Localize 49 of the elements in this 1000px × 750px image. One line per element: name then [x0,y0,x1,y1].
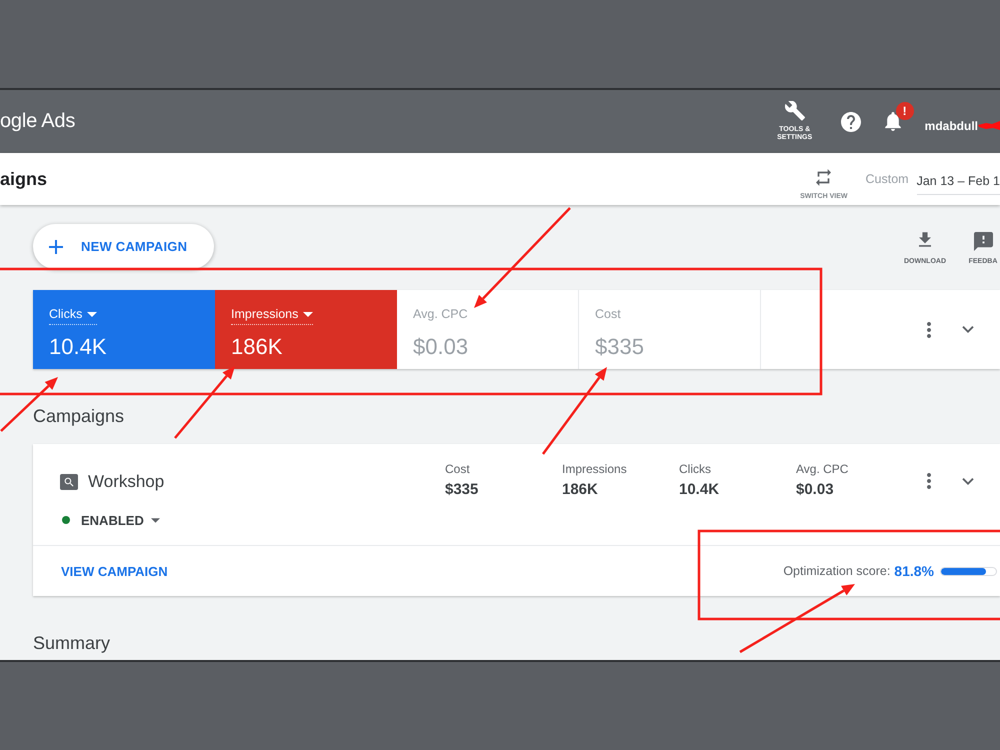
logo-text: ogle Ads [0,110,76,133]
switch-view-icon [816,169,832,186]
stat-value: 186K [562,481,599,499]
chevron-down-icon[interactable] [962,326,974,333]
metric-value: $335 [595,334,644,360]
status-dropdown[interactable]: ENABLED [81,512,160,528]
stat-value: $335 [445,481,480,499]
stat-value: 10.4K [679,481,720,499]
download-icon [919,232,931,247]
caret-icon [87,312,98,317]
metric-tile[interactable]: Impressions 186K [215,290,397,369]
metric-label: Cost [595,307,621,322]
feedback-icon [974,232,992,251]
redaction-mark [978,121,1000,130]
stat-value: $0.03 [796,481,835,499]
campaigns-heading: Campaigns [33,405,126,427]
metric-label: Clicks [49,307,82,322]
plus-icon [49,240,63,254]
view-campaign-link[interactable]: VIEW CAMPAIGN [61,564,168,578]
metric-value: 186K [231,334,282,360]
summary-heading: Summary [33,632,112,654]
caret-icon [303,312,314,317]
optimization-value: 81.8% [894,563,934,579]
date-preset-label: Custom [866,172,909,186]
status-dot [62,516,70,524]
new-campaign-button[interactable]: NEW CAMPAIGN [33,224,214,269]
stat-label: Cost [445,462,471,476]
caret-icon [150,518,160,522]
metric-value: 10.4K [49,334,106,360]
search-icon [60,474,78,490]
stat-label: Clicks [679,462,712,476]
account-name[interactable]: mdabdull [924,118,978,132]
metric-label: Impressions [231,307,298,322]
metric-label: Avg. CPC [413,307,468,322]
help-icon[interactable] [840,112,861,132]
notifications-icon[interactable] [884,112,901,131]
stat-label: Impressions [562,462,628,476]
page-title: aigns [0,168,48,190]
optimization-label: Optimization score: [783,564,890,578]
metric-value: $0.03 [413,334,468,360]
metric-tile[interactable]: Clicks 10.4K [33,290,215,369]
more-options-icon[interactable] [927,473,931,489]
campaign-name[interactable]: Workshop [88,472,164,492]
notification-badge: ! [896,102,914,120]
date-range-field[interactable]: Jan 13 – Feb 1 [916,170,1000,194]
wrench-icon [784,101,805,121]
chevron-down-icon[interactable] [962,478,974,484]
more-options-icon[interactable] [927,322,931,338]
stat-label: Avg. CPC [796,462,850,476]
